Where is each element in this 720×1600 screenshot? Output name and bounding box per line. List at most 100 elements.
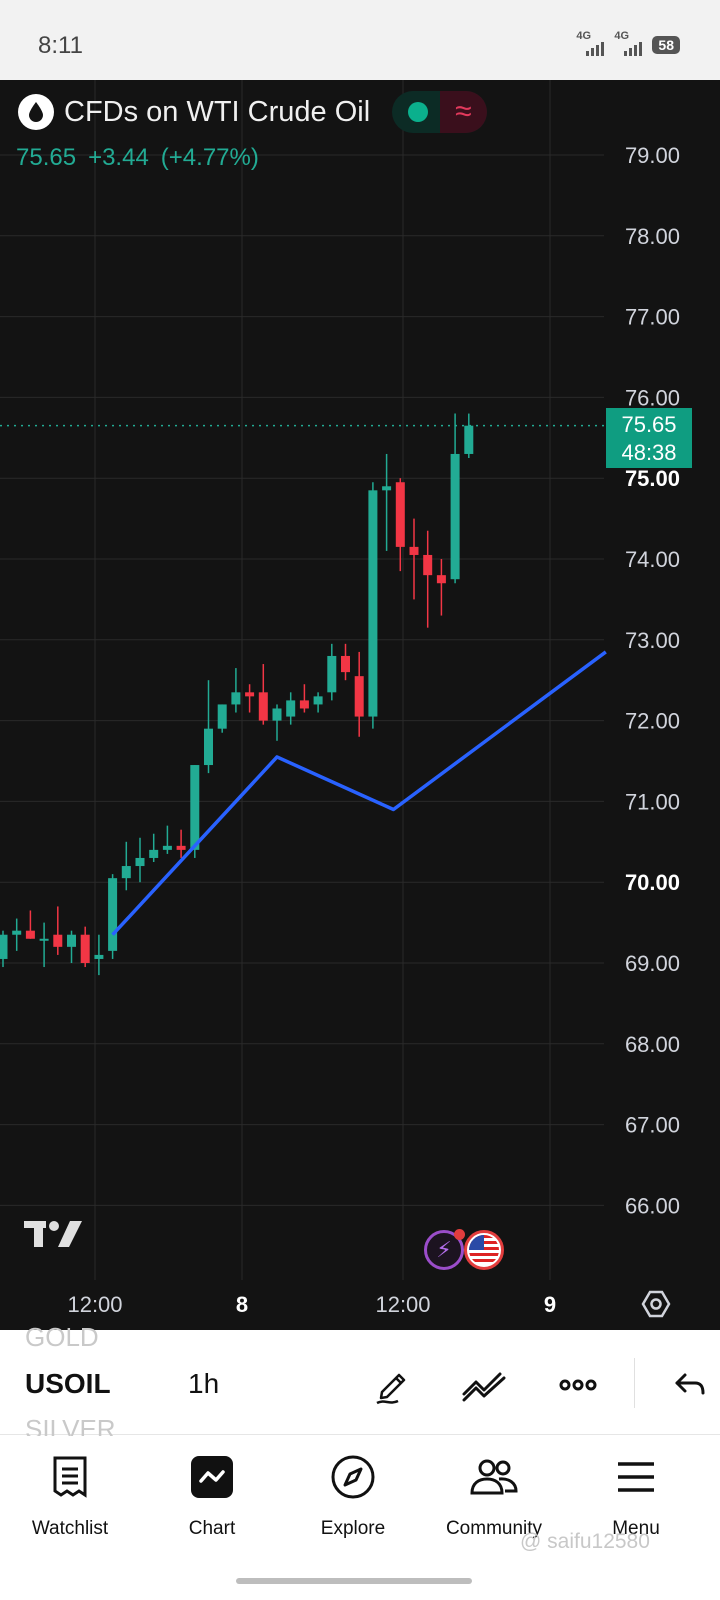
home-indicator[interactable] bbox=[236, 1578, 472, 1584]
y-axis-label: 68.00 bbox=[625, 1032, 680, 1057]
notification-dot bbox=[454, 1229, 465, 1240]
candle-body bbox=[80, 934, 90, 963]
status-time: 8:11 bbox=[38, 32, 83, 59]
candle-body bbox=[382, 486, 392, 491]
candle-body bbox=[108, 878, 118, 951]
candle-body bbox=[354, 676, 364, 717]
candle-body bbox=[39, 938, 49, 941]
status-icons: 4G 4G 58 bbox=[576, 30, 680, 56]
nav-label: Chart bbox=[188, 1518, 236, 1539]
candle-body bbox=[25, 930, 35, 939]
interval-selector[interactable]: 1h bbox=[188, 1368, 219, 1400]
candle-body bbox=[313, 696, 323, 705]
network-type-label: 4G bbox=[576, 30, 592, 42]
y-axis-label: 73.00 bbox=[625, 628, 680, 653]
candle-body bbox=[327, 655, 337, 693]
x-axis-label: 8 bbox=[236, 1292, 248, 1317]
candle-body bbox=[272, 708, 282, 721]
wave-icon: ≈ bbox=[440, 91, 487, 133]
y-axis-label: 77.00 bbox=[625, 305, 680, 330]
symbol-header[interactable]: CFDs on WTI Crude Oil bbox=[18, 94, 370, 130]
chart-canvas[interactable]: 79.00 78.00 77.00 76.00 75.00 74.00 73.00 72.00… bbox=[0, 80, 720, 1357]
candle-body bbox=[53, 934, 63, 947]
x-axis-label: 9 bbox=[544, 1292, 556, 1317]
x-axis-label: 12:00 bbox=[67, 1292, 122, 1317]
candle-body bbox=[450, 453, 460, 580]
y-axis-label: 66.00 bbox=[625, 1193, 680, 1218]
quote-line: 75.65 +3.44 (+4.77%) bbox=[16, 144, 259, 172]
candle-body bbox=[395, 482, 405, 547]
candle-body bbox=[258, 692, 268, 721]
community-icon bbox=[424, 1446, 564, 1508]
candle-body bbox=[245, 692, 255, 697]
candle-body bbox=[286, 700, 296, 717]
nav-community[interactable]: Community bbox=[424, 1446, 564, 1540]
candle-body bbox=[176, 845, 186, 850]
signal-icon: 4G bbox=[576, 30, 605, 56]
candle-body bbox=[299, 700, 309, 709]
oil-drop-icon bbox=[18, 94, 54, 130]
signal-icon: 4G bbox=[614, 30, 643, 56]
bottom-navigation: Watchlist Chart Explore Community Menu bbox=[0, 1436, 720, 1600]
bar-countdown: 48:38 bbox=[621, 440, 677, 465]
nav-explore[interactable]: Explore bbox=[283, 1446, 423, 1540]
y-axis-label: 76.00 bbox=[625, 385, 680, 410]
candle-body bbox=[368, 490, 378, 717]
battery-icon: 58 bbox=[652, 36, 680, 54]
nav-watchlist[interactable]: Watchlist bbox=[0, 1446, 140, 1540]
candle-body bbox=[121, 866, 131, 879]
toolbar-divider bbox=[634, 1358, 635, 1408]
tradingview-logo-icon[interactable] bbox=[22, 1218, 84, 1255]
candle-body bbox=[149, 849, 159, 858]
indicators-icon[interactable] bbox=[458, 1360, 510, 1410]
candle-body bbox=[12, 930, 22, 935]
last-price: 75.65 bbox=[16, 144, 77, 171]
nav-chart[interactable]: Chart bbox=[142, 1446, 282, 1540]
watchlist-icon bbox=[0, 1446, 140, 1508]
network-type-label: 4G bbox=[614, 30, 630, 42]
compass-icon bbox=[283, 1446, 423, 1508]
nav-label: Explore bbox=[320, 1518, 386, 1539]
candle-body bbox=[436, 575, 446, 584]
chart-toolbar: GOLD USOIL SILVER 1h bbox=[0, 1322, 720, 1444]
pencil-icon[interactable] bbox=[366, 1360, 418, 1410]
y-axis-label: 71.00 bbox=[625, 789, 680, 814]
price-change: +3.44 bbox=[88, 144, 149, 171]
menu-icon bbox=[566, 1446, 706, 1508]
chart-icon bbox=[142, 1446, 282, 1508]
candle-body bbox=[204, 728, 213, 766]
candle-body bbox=[190, 765, 200, 850]
candle-body bbox=[231, 692, 241, 705]
candle-body bbox=[464, 425, 474, 454]
y-axis-label: 67.00 bbox=[625, 1113, 680, 1138]
candle-body bbox=[135, 857, 145, 867]
candle-body bbox=[341, 655, 350, 673]
candle-body bbox=[423, 554, 433, 576]
us-flag-icon[interactable] bbox=[464, 1230, 504, 1270]
y-axis-label: 74.00 bbox=[625, 547, 680, 572]
prev-symbol[interactable]: GOLD bbox=[25, 1322, 99, 1353]
y-axis-label: 70.00 bbox=[625, 870, 680, 895]
candle-body bbox=[67, 934, 76, 947]
current-symbol[interactable]: USOIL bbox=[25, 1368, 111, 1400]
watermark: @ saifu12580 bbox=[520, 1530, 650, 1553]
candle-body bbox=[0, 934, 8, 959]
y-axis-label: 75.00 bbox=[625, 466, 680, 491]
candle-body bbox=[94, 954, 104, 959]
y-axis-label: 79.00 bbox=[625, 143, 680, 168]
status-bar: 8:11 4G 4G 58 bbox=[0, 0, 720, 80]
nav-menu[interactable]: Menu bbox=[566, 1446, 706, 1540]
y-axis-label: 69.00 bbox=[625, 951, 680, 976]
candle-body bbox=[162, 845, 172, 850]
nav-label: Watchlist bbox=[31, 1518, 109, 1539]
price-chart[interactable]: 79.00 78.00 77.00 76.00 75.00 74.00 73.00 72.00… bbox=[0, 80, 720, 1357]
market-status-pill[interactable]: ≈ bbox=[392, 91, 487, 133]
undo-icon[interactable] bbox=[664, 1360, 716, 1410]
event-badges[interactable]: ⚡ bbox=[424, 1229, 504, 1270]
y-axis-label: 72.00 bbox=[625, 709, 680, 734]
candle-body bbox=[217, 704, 227, 729]
y-axis-label: 78.00 bbox=[625, 224, 680, 249]
more-icon[interactable] bbox=[552, 1360, 604, 1410]
lightning-icon[interactable]: ⚡ bbox=[424, 1229, 465, 1270]
current-price-value: 75.65 bbox=[621, 412, 677, 437]
